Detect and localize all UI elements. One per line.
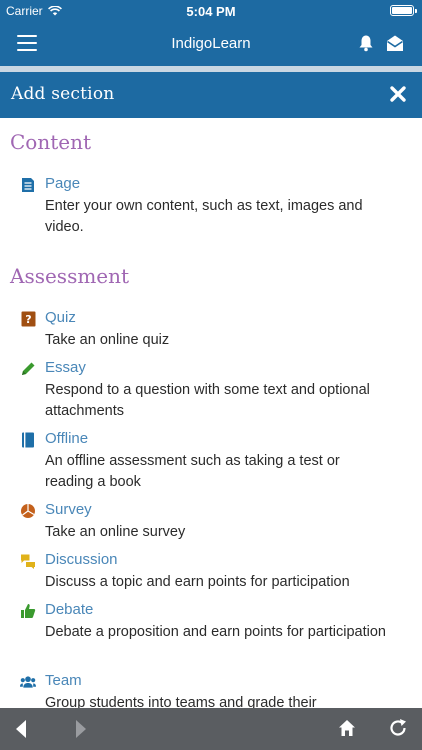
- bell-icon[interactable]: [358, 34, 374, 52]
- bottom-toolbar: [0, 708, 422, 750]
- users-icon: [20, 674, 36, 690]
- item-description: Take an online survey: [45, 524, 186, 540]
- home-icon[interactable]: [338, 719, 356, 737]
- assessment-group-heading: Assessment: [10, 264, 130, 288]
- app-nav-bar: IndigoLearn: [0, 22, 422, 66]
- thumbs-up-icon: [20, 603, 36, 619]
- battery-icon: [390, 5, 417, 16]
- content-group-heading: Content: [10, 130, 92, 154]
- item-name[interactable]: Offline: [45, 430, 88, 447]
- add-section-header: Add section: [0, 72, 422, 118]
- refresh-icon[interactable]: [388, 718, 408, 738]
- item-description: Group students into teams and grade thei…: [45, 695, 317, 708]
- item-description: Discuss a topic and earn points for part…: [45, 574, 350, 590]
- add-section-title: Add section: [11, 84, 115, 104]
- pencil-icon: [20, 361, 36, 377]
- item-description: Respond to a question with some text and…: [45, 382, 370, 419]
- item-name[interactable]: Essay: [45, 359, 86, 376]
- book-icon: [20, 432, 36, 448]
- item-name[interactable]: Discussion: [45, 551, 118, 568]
- pie-chart-icon: [20, 503, 36, 519]
- section-type-list: Content Page Enter your own content, suc…: [0, 118, 422, 708]
- item-name[interactable]: Quiz: [45, 309, 76, 326]
- page-icon: [20, 177, 36, 193]
- mail-icon[interactable]: [386, 34, 404, 52]
- item-description: An offline assessment such as taking a t…: [45, 453, 340, 490]
- back-arrow-icon[interactable]: [14, 719, 28, 739]
- item-name[interactable]: Survey: [45, 501, 92, 518]
- item-description: Debate a proposition and earn points for…: [45, 624, 386, 640]
- item-name[interactable]: Debate: [45, 601, 93, 618]
- status-time: 5:04 PM: [186, 4, 236, 19]
- quiz-icon: ?: [20, 311, 36, 327]
- status-bar: Carrier 5:04 PM: [0, 0, 422, 22]
- item-description: Take an online quiz: [45, 332, 170, 348]
- close-icon[interactable]: [388, 84, 408, 104]
- svg-text:?: ?: [25, 313, 31, 326]
- item-name[interactable]: Page: [45, 175, 80, 192]
- forward-arrow-icon[interactable]: [74, 719, 88, 739]
- chat-bubbles-icon: [20, 553, 36, 569]
- item-name[interactable]: Team: [45, 672, 82, 689]
- item-description: Enter your own content, such as text, im…: [45, 198, 363, 235]
